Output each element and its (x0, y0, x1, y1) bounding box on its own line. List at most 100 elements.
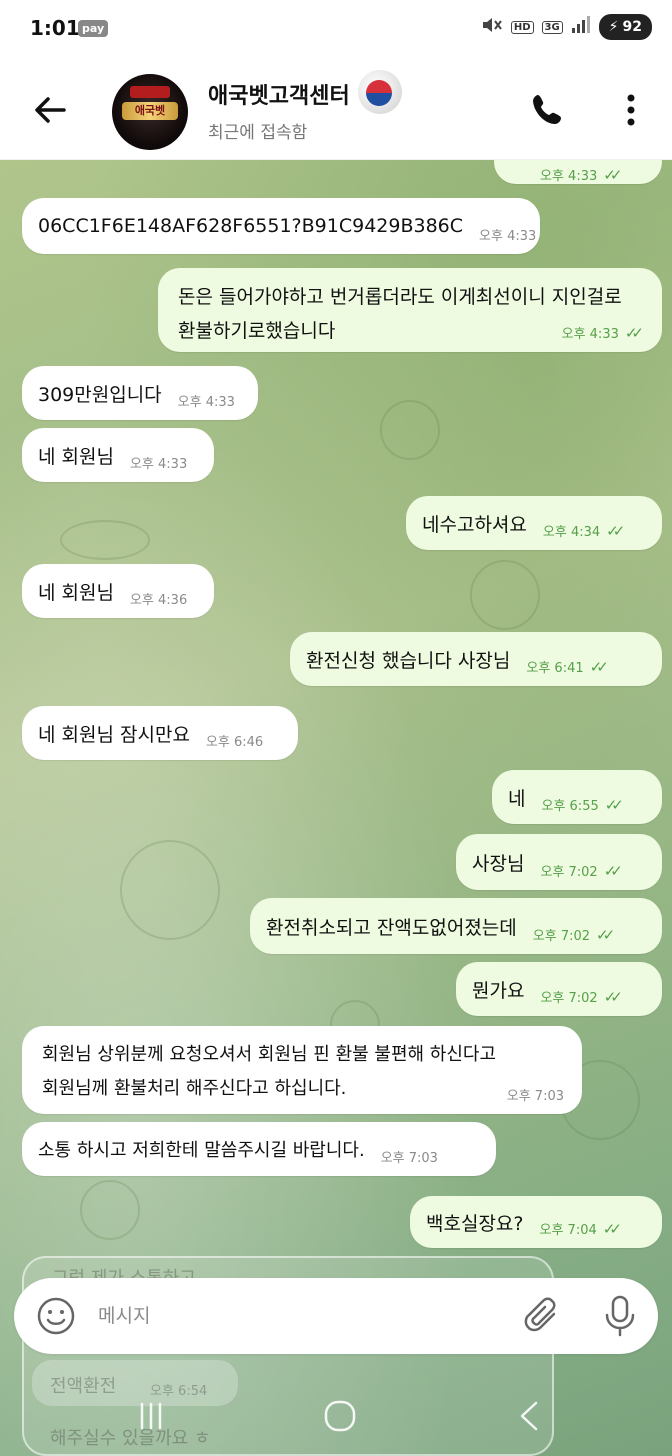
message-time: 오후 7:03 (506, 1089, 564, 1104)
double-check-icon: ✓✓ (603, 861, 623, 880)
double-check-icon: ✓✓ (589, 657, 609, 676)
message-text: 환전신청 했습니다 사장님 (306, 649, 511, 672)
message-meta: 오후 6:41 ✓✓ (526, 657, 608, 686)
message-time: 오후 6:55 (541, 799, 599, 814)
message-bubble-outgoing[interactable]: 환전신청 했습니다 사장님 오후 6:41 ✓✓ (290, 632, 662, 686)
pay-badge: pay (78, 20, 109, 37)
message-text-line: 회원님 상위분께 요청오셔서 회원님 핀 환불 불편해 하신다고 (42, 1044, 497, 1065)
message-meta: 오후 4:34 ✓✓ (543, 521, 625, 550)
double-check-icon: ✓✓ (603, 987, 623, 1006)
system-back-button[interactable] (514, 1400, 544, 1432)
arrow-left-icon (35, 97, 66, 123)
message-time: 오후 4:33 (129, 457, 188, 472)
status-icons: HD 3G ⚡ 92 (481, 14, 652, 40)
message-text: 309만원입니다 (38, 383, 162, 406)
message-text: 네 회원님 (38, 581, 114, 604)
navigation-bar (0, 1376, 672, 1456)
message-meta: 오후 4:33 ✓✓ (562, 323, 644, 343)
signal-icon (571, 16, 591, 38)
emoji-button[interactable] (36, 1296, 76, 1336)
message-bubble-incoming[interactable]: 06CC1F6E148AF628F6551?B91C9429B386C 오후 4… (22, 198, 540, 254)
battery-indicator: ⚡ 92 (598, 14, 652, 40)
message-text: 네수고하셔요 (422, 513, 527, 536)
message-bubble-incoming[interactable]: 소통 하시고 저희한테 말씀주시길 바랍니다. 오후 7:03 (22, 1122, 496, 1176)
message-meta: 오후 4:33 (178, 391, 235, 420)
message-bubble-outgoing[interactable]: 사장님 오후 7:02 ✓✓ (456, 834, 662, 890)
message-bubble-incoming[interactable]: 회원님 상위분께 요청오셔서 회원님 핀 환불 불편해 하신다고 회원님께 환불… (22, 1026, 582, 1114)
message-meta: 오후 7:03 (507, 1085, 564, 1104)
message-meta: 오후 7:04 ✓✓ (540, 1219, 622, 1248)
last-seen-status: 최근에 접속함 (208, 123, 308, 143)
mute-icon (481, 15, 503, 39)
avatar-logo-text: 애국벳 (122, 102, 178, 120)
message-input[interactable] (98, 1298, 498, 1334)
message-text-line: 회원님께 환불처리 해주신다고 하십니다. (42, 1078, 347, 1099)
message-time: 오후 7:04 (539, 1223, 597, 1238)
message-time: 오후 6:46 (205, 735, 264, 750)
status-time: 1:01 (30, 16, 80, 40)
battery-level: 92 (622, 19, 642, 35)
message-time: 오후 4:33 (479, 229, 537, 244)
message-text-line: 돈은 들어가야하고 번거롭더라도 이게최선이니 지인걸로 (178, 286, 622, 308)
emoji-icon (37, 1297, 75, 1335)
message-bubble-incoming[interactable]: 309만원입니다 오후 4:33 (22, 366, 258, 420)
more-options-button[interactable] (616, 90, 646, 130)
double-check-icon: ✓✓ (602, 1219, 622, 1238)
message-meta: 오후 4:33 (479, 225, 536, 254)
double-check-icon: ✓✓ (606, 521, 625, 540)
message-bubble-incoming[interactable]: 네 회원님 오후 4:36 (22, 564, 214, 618)
message-bubble-outgoing[interactable]: 네 오후 6:55 ✓✓ (492, 770, 662, 824)
message-bubble-outgoing[interactable]: 뭔가요 오후 7:02 ✓✓ (456, 962, 662, 1016)
message-time: 오후 7:03 (380, 1151, 438, 1166)
message-bubble-incoming[interactable]: 네 회원님 오후 4:33 (22, 428, 214, 482)
message-time: 오후 7:02 (532, 929, 591, 944)
message-text: 소통 하시고 저희한테 말씀주시길 바랍니다. (38, 1140, 365, 1161)
message-meta: 오후 7:03 (381, 1147, 438, 1176)
avatar[interactable]: 애국벳 (112, 74, 188, 150)
double-check-icon: ✓✓ (596, 925, 615, 944)
message-bubble-outgoing[interactable]: 환전취소되고 잔액도없어졌는데 오후 7:02 ✓✓ (250, 898, 662, 954)
message-time: 오후 4:34 (542, 525, 601, 540)
message-meta: 오후 7:02 ✓✓ (540, 861, 622, 890)
voice-button[interactable] (602, 1294, 638, 1338)
message-meta: 오후 4:36 (130, 589, 187, 618)
message-meta: 오후 6:55 ✓✓ (541, 795, 623, 824)
double-check-icon: ✓✓ (604, 795, 624, 814)
network-badge: 3G (541, 20, 563, 34)
double-check-icon: ✓✓ (603, 165, 622, 184)
message-bubble-outgoing[interactable]: 돈은 들어가야하고 번거롭더라도 이게최선이니 지인걸로 환불하기로했습니다 오… (158, 268, 662, 352)
flag-emoji-icon (358, 70, 402, 114)
nav-back-icon (520, 1401, 538, 1431)
chat-title[interactable]: 애국벳고객센터 (208, 78, 350, 110)
message-time: 오후 6:41 (526, 661, 584, 676)
recent-apps-button[interactable] (136, 1402, 166, 1430)
message-meta: 오후 6:46 (206, 731, 263, 760)
message-meta: 오후 4:33 ✓✓ (540, 165, 622, 185)
message-time: 오후 4:36 (129, 593, 188, 608)
message-text: 네 (508, 787, 526, 810)
message-text: 네 회원님 잠시만요 (38, 723, 190, 746)
call-button[interactable] (528, 90, 568, 130)
message-bubble-outgoing[interactable]: 네수고하셔요 오후 4:34 ✓✓ (406, 496, 662, 550)
message-text: 네 회원님 (38, 445, 114, 468)
attach-button[interactable] (524, 1296, 564, 1336)
message-bubble-outgoing[interactable]: 백호실장요? 오후 7:04 ✓✓ (410, 1196, 662, 1248)
recent-apps-icon (140, 1402, 162, 1430)
home-button[interactable] (322, 1398, 358, 1434)
phone-icon (533, 95, 561, 124)
message-time: 오후 7:02 (540, 865, 598, 880)
hd-badge: HD (510, 20, 534, 34)
message-meta: 오후 7:02 ✓✓ (540, 987, 622, 1016)
message-text: 사장님 (472, 852, 525, 875)
mic-icon (605, 1295, 635, 1337)
back-button[interactable] (30, 90, 70, 130)
message-text: 백호실장요? (426, 1212, 524, 1235)
message-time: 오후 4:33 (540, 169, 598, 184)
status-bar: 1:01 pay HD 3G ⚡ 92 (0, 0, 672, 60)
message-text: 뭔가요 (472, 979, 525, 1002)
message-time: 오후 4:33 (177, 395, 235, 410)
message-bubble-incoming[interactable]: 네 회원님 잠시만요 오후 6:46 (22, 706, 298, 760)
paperclip-icon (524, 1297, 556, 1332)
message-time: 오후 7:02 (540, 991, 598, 1006)
message-composer (14, 1278, 658, 1354)
